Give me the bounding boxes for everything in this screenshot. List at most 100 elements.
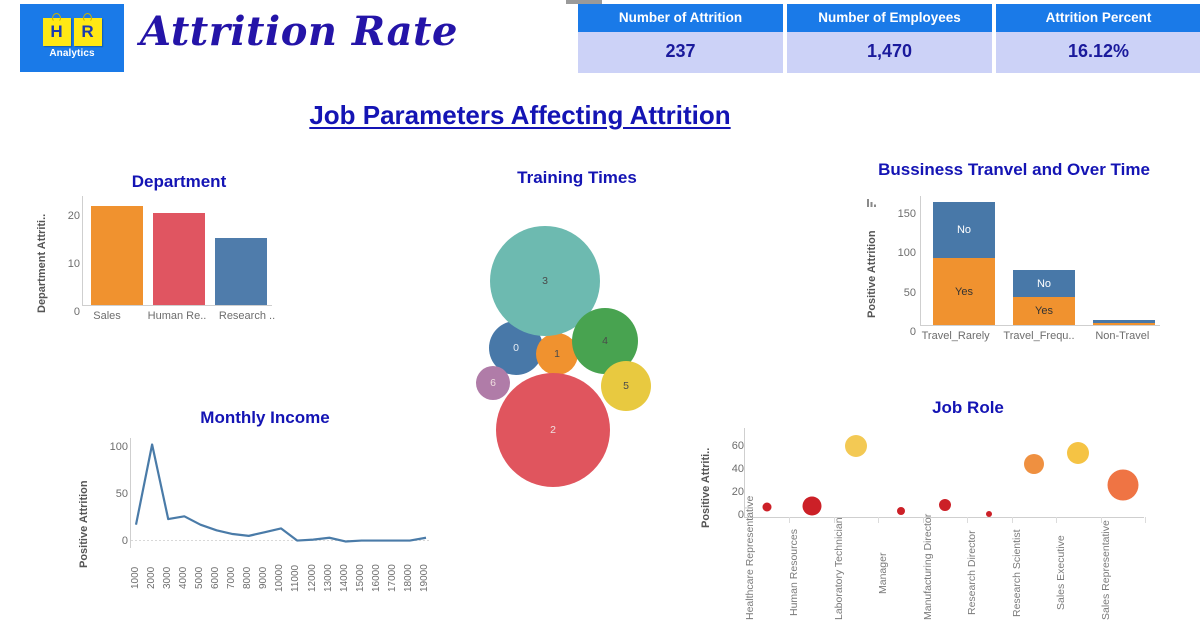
logo-tile-h: H	[42, 12, 71, 46]
y-tick: 20	[67, 210, 80, 223]
y-axis-label: Positive Attriti..	[700, 447, 712, 528]
chart-title: Bussiness Tranvel and Over Time	[878, 160, 1150, 179]
point-healthcare-representative[interactable]	[762, 502, 772, 511]
y-tick: 60	[731, 439, 744, 452]
segment-no: No	[1013, 269, 1075, 298]
kpi-value: 237	[578, 32, 783, 73]
segment-yes: Yes	[933, 258, 995, 325]
x-tick-label: Sales Executive	[1055, 535, 1068, 611]
sort-bars-icon	[867, 199, 876, 207]
bar-human-re-	[153, 213, 205, 305]
x-tick-label: Healthcare Representative	[744, 495, 756, 620]
plot-area: No Yes No Yes	[920, 196, 1160, 326]
x-tick-label: 2000	[146, 566, 158, 590]
plot-area	[130, 438, 431, 548]
stacked-bar-non-travel	[1093, 320, 1155, 325]
point-manager[interactable]	[896, 506, 905, 515]
chart-monthly-income: Monthly Income Positive Attrition 0 50 100…	[52, 408, 442, 620]
kpi-label: Number of Attrition	[578, 4, 783, 32]
x-tick-label: Travel_Frequ..	[1003, 330, 1075, 342]
chart-title: Job Role	[932, 398, 1004, 417]
x-axis-categories: Travel_Rarely Travel_Frequ.. Non-Travel	[914, 330, 1164, 342]
logo-caption: Analytics	[49, 47, 95, 59]
chart-title: Monthly Income	[200, 408, 330, 427]
x-gridline	[878, 517, 880, 523]
x-tick-label: Sales Representative	[1099, 520, 1112, 620]
x-tick-label: 12000	[306, 564, 318, 592]
page-title: Attrition Rate	[140, 8, 458, 55]
x-tick-label: 18000	[402, 564, 414, 592]
bubble-6[interactable]: 6	[476, 366, 510, 400]
x-tick-label: Travel_Rarely	[921, 330, 990, 342]
y-axis-ticks: 0 10 20	[54, 190, 80, 318]
chart-business-travel-overtime: Bussiness Tranvel and Over Time Positive…	[828, 160, 1200, 360]
y-tick: 50	[903, 286, 916, 299]
x-gridline	[1011, 517, 1013, 523]
x-tick-label: 9000	[258, 566, 270, 590]
x-tick-label: 13000	[322, 564, 334, 592]
x-tick-label: 10000	[274, 564, 286, 592]
section-title: Job Parameters Affecting Attrition	[309, 100, 731, 130]
x-tick-label: 6000	[210, 566, 222, 590]
bar-research-	[215, 238, 267, 305]
point-laboratory-technician[interactable]	[845, 435, 868, 458]
y-tick: 20	[731, 485, 744, 498]
segment-yes: Yes	[1013, 297, 1075, 325]
point-research-scientist[interactable]	[1023, 453, 1044, 474]
point-research-director[interactable]	[986, 511, 993, 518]
x-tick-label: 14000	[338, 564, 350, 592]
y-axis-label: Positive Attrition	[78, 480, 90, 568]
y-tick: 40	[731, 462, 744, 475]
x-gridline	[1056, 517, 1058, 523]
x-tick-label: 1000	[130, 566, 141, 590]
x-tick-label: 7000	[226, 566, 238, 590]
x-axis-categories: Sales Human Re.. Research ..	[72, 310, 282, 322]
x-tick-label: Research Director	[966, 530, 979, 616]
x-tick-label: Laboratory Technician	[832, 517, 845, 620]
bubble-5[interactable]: 5	[601, 361, 651, 411]
x-tick-label: Manager	[877, 552, 890, 594]
bubble-2[interactable]: 2	[496, 373, 610, 487]
x-tick-label: 3000	[162, 566, 174, 590]
x-tick-label: Sales	[93, 310, 121, 322]
logo-tiles: H R	[42, 12, 102, 46]
dashboard-root: H R Analytics Attrition Rate Number of A…	[0, 0, 1200, 623]
x-tick-label: 5000	[194, 566, 206, 590]
bar-sales	[91, 205, 143, 305]
x-tick-label: 4000	[178, 566, 190, 590]
point-manufacturing-director[interactable]	[939, 498, 951, 511]
point-sales-executive[interactable]	[1067, 442, 1090, 464]
x-tick-label: Research ..	[218, 310, 276, 322]
x-tick-label: 17000	[386, 564, 398, 592]
segment-yes	[1093, 322, 1155, 325]
x-tick-label: 11000	[290, 564, 302, 592]
x-tick-label: Research Scientist	[1010, 529, 1023, 617]
x-tick-label: 19000	[418, 564, 430, 592]
y-tick: 100	[897, 247, 916, 260]
y-tick: 50	[115, 487, 128, 500]
kpi-card-row: Number of Attrition 237 Number of Employ…	[578, 4, 1200, 73]
chart-title: Department	[131, 172, 227, 191]
y-tick: 100	[109, 441, 128, 454]
kpi-card-number-of-attrition: Number of Attrition 237	[578, 4, 783, 73]
y-tick: 0	[121, 534, 128, 547]
kpi-card-attrition-percent: Attrition Percent 16.12%	[996, 4, 1200, 73]
x-gridline	[789, 517, 791, 523]
x-tick-label: 8000	[242, 566, 254, 590]
line-series	[131, 443, 431, 543]
y-axis-ticks: 0 50 100 150	[886, 190, 916, 338]
x-tick-label: Human Resources	[788, 529, 801, 617]
plot-area	[82, 196, 272, 306]
kpi-label: Attrition Percent	[996, 4, 1200, 32]
chart-training-times: Training Times 0123456	[452, 168, 702, 487]
x-gridline	[967, 517, 969, 523]
kpi-value: 16.12%	[996, 32, 1200, 73]
x-tick-label: 15000	[354, 564, 366, 592]
y-tick: 10	[67, 258, 80, 271]
chart-job-role: Job Role Positive Attriti.. 0 20 40 60 Heal…	[686, 398, 1200, 623]
point-sales-representative[interactable]	[1107, 469, 1139, 501]
point-human-resources[interactable]	[802, 496, 822, 516]
kpi-value: 1,470	[787, 32, 992, 73]
logo-tile-r: R	[73, 12, 102, 46]
y-tick: 150	[897, 207, 916, 220]
